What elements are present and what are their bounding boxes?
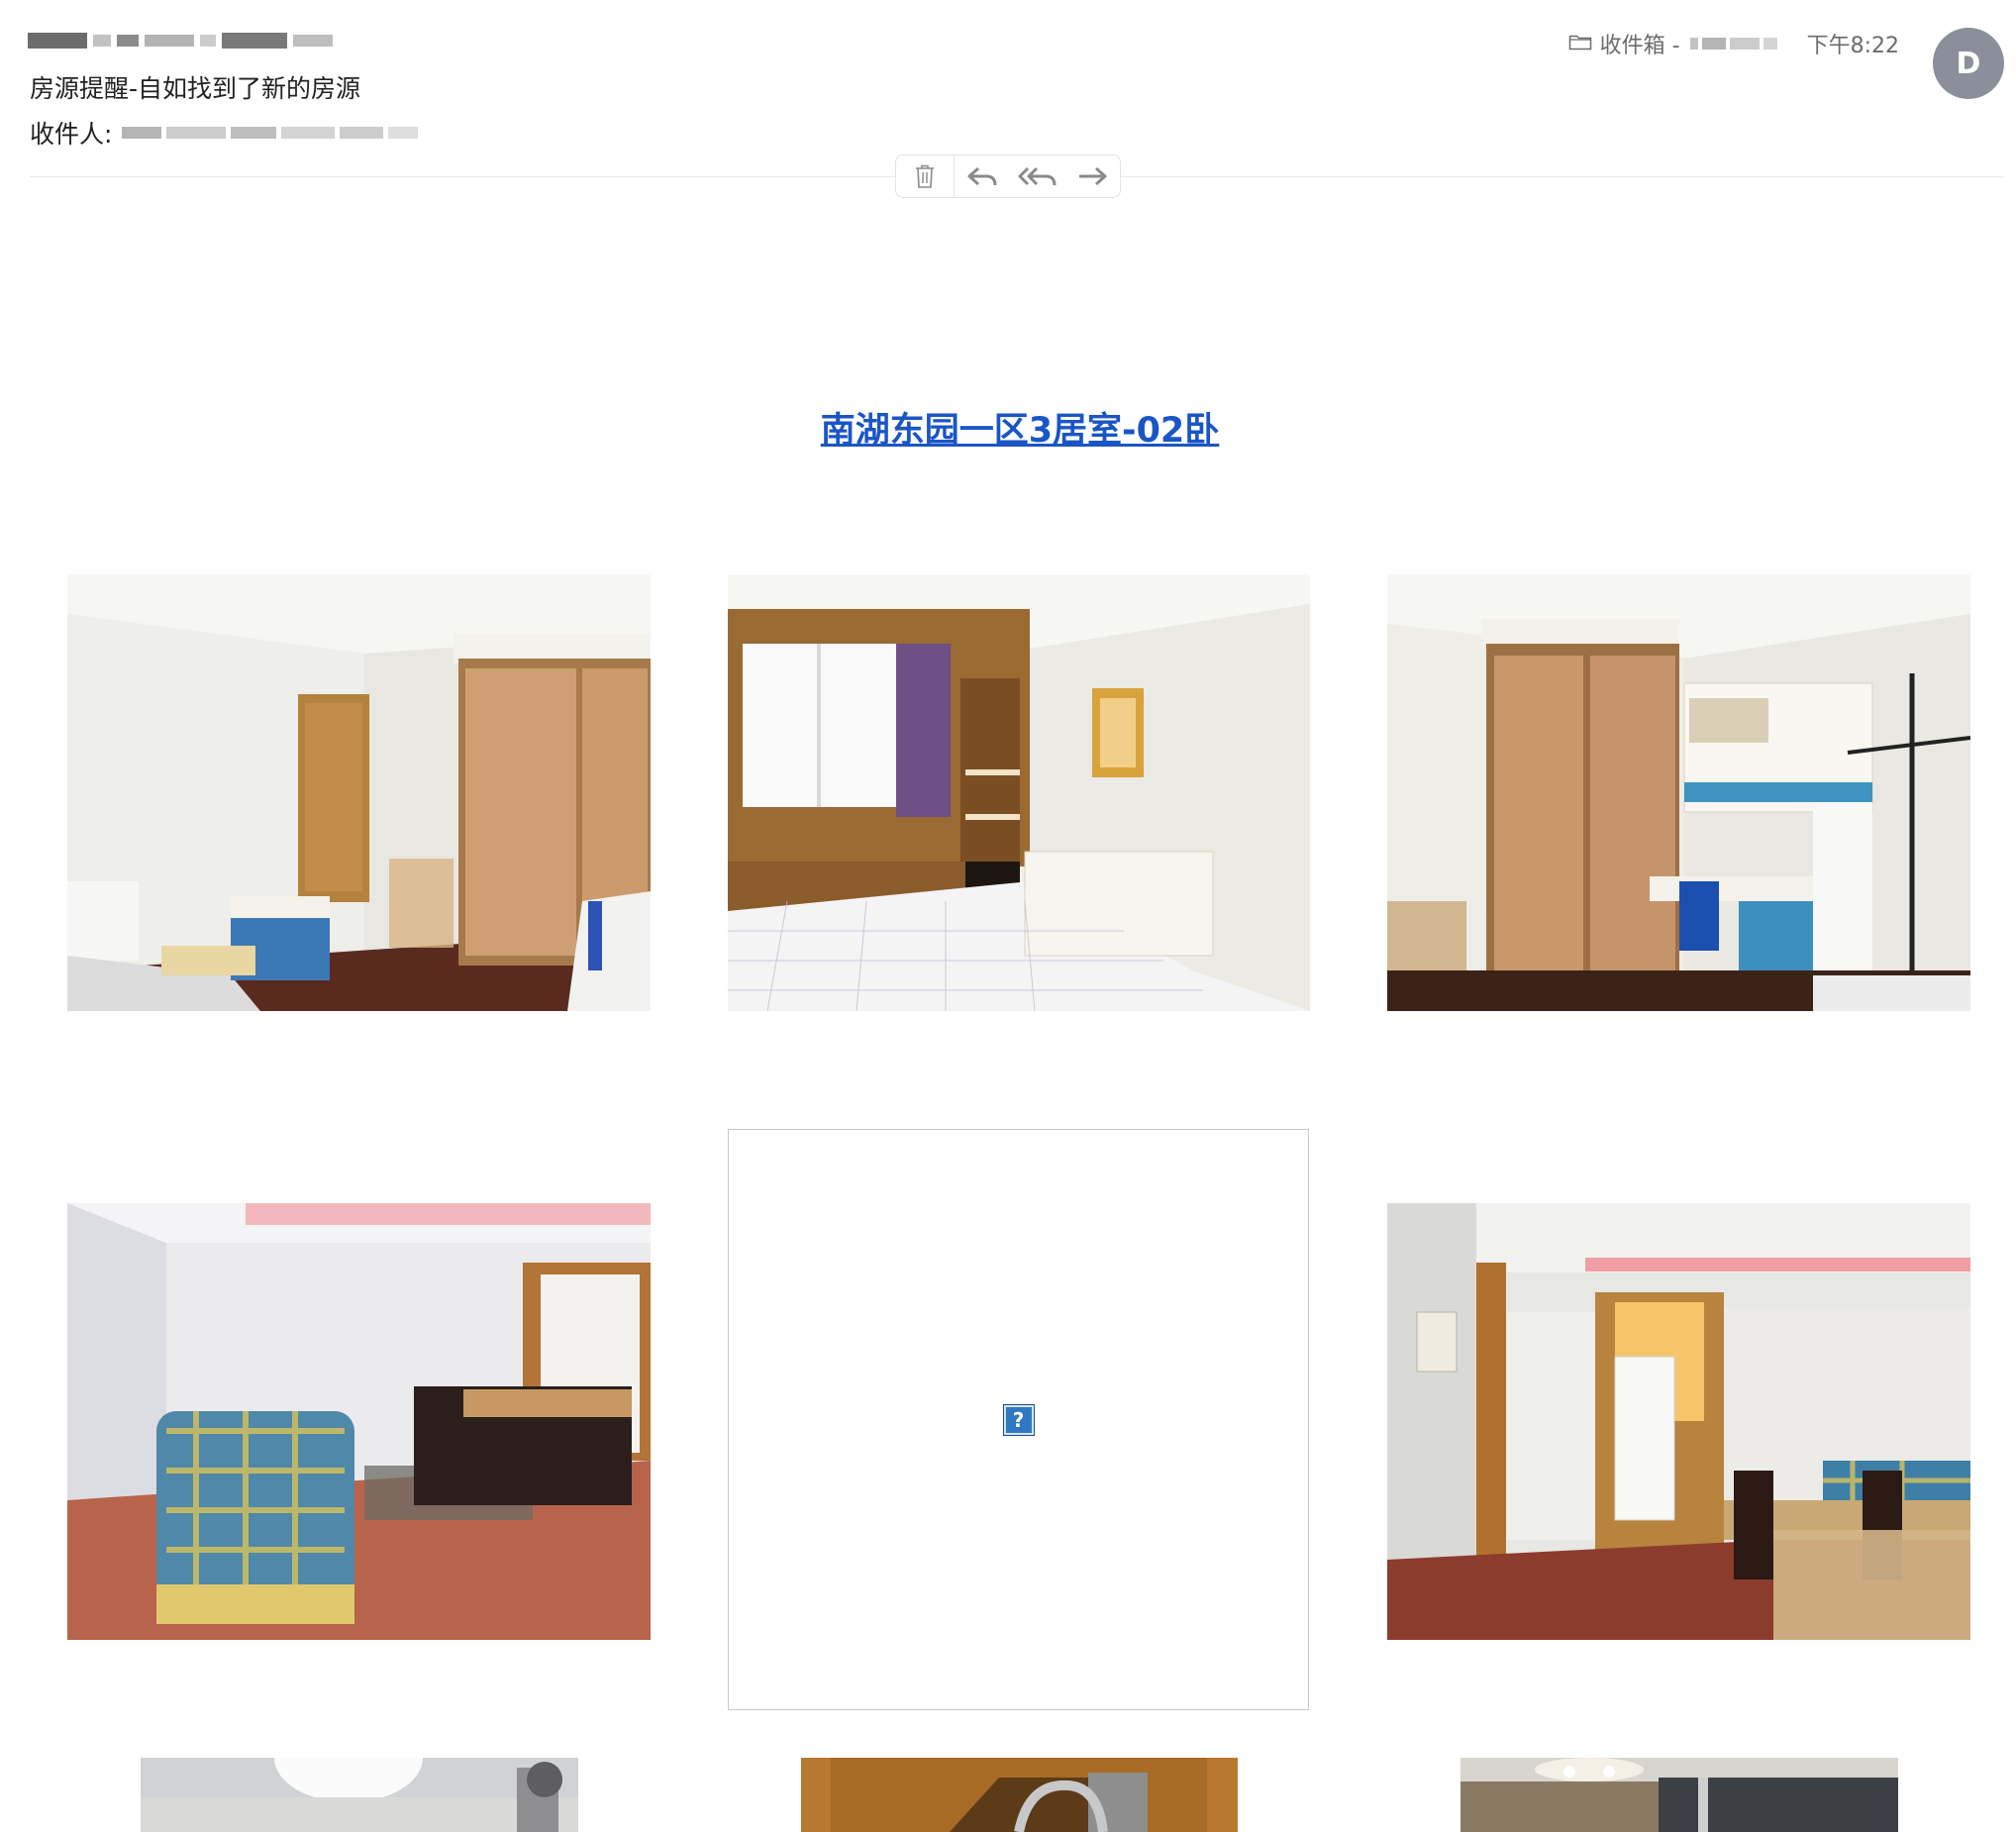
- listing-title-link[interactable]: 南湖东园一区3居室-02卧: [821, 411, 1220, 451]
- reply-button[interactable]: [955, 155, 1010, 197]
- recipients-obscured[interactable]: [122, 127, 419, 139]
- living-room-photo-1[interactable]: [67, 1203, 651, 1640]
- folder-label[interactable]: 收件箱 -: [1600, 28, 1680, 59]
- broken-image-placeholder: ?: [728, 1129, 1309, 1710]
- kitchen-photo[interactable]: [1461, 1758, 1898, 1832]
- message-meta: 收件箱 - 下午8:22: [1568, 28, 1899, 59]
- bedroom-photo-2[interactable]: [728, 574, 1310, 1011]
- living-room-photo-2[interactable]: [1387, 1203, 1970, 1640]
- sender-name-obscured: [28, 26, 434, 55]
- trash-icon: [916, 164, 934, 188]
- message-toolbar: [895, 154, 1121, 198]
- folder-icon: [1568, 32, 1600, 56]
- reply-all-icon: [1018, 166, 1057, 186]
- delete-button[interactable]: [896, 155, 954, 197]
- reply-all-button[interactable]: [1010, 155, 1065, 197]
- bathroom-photo-1[interactable]: [141, 1758, 578, 1832]
- listing-title: 南湖东园一区3居室-02卧: [0, 402, 2016, 453]
- reply-icon: [967, 166, 997, 186]
- bedroom-photo-3[interactable]: [1387, 574, 1970, 1011]
- account-obscured: [1689, 38, 1777, 50]
- broken-image-icon: ?: [1002, 1403, 1035, 1436]
- bedroom-photo-1[interactable]: [67, 574, 651, 1011]
- received-time: 下午8:22: [1806, 34, 1899, 58]
- sender-avatar[interactable]: D: [1933, 28, 2004, 99]
- forward-icon: [1079, 166, 1107, 186]
- forward-button[interactable]: [1065, 155, 1119, 197]
- bathroom-photo-2[interactable]: [801, 1758, 1238, 1832]
- recipients-label: 收件人:: [30, 120, 113, 149]
- recipients-row: 收件人:: [30, 115, 419, 151]
- email-subject: 房源提醒-自如找到了新的房源: [30, 74, 361, 103]
